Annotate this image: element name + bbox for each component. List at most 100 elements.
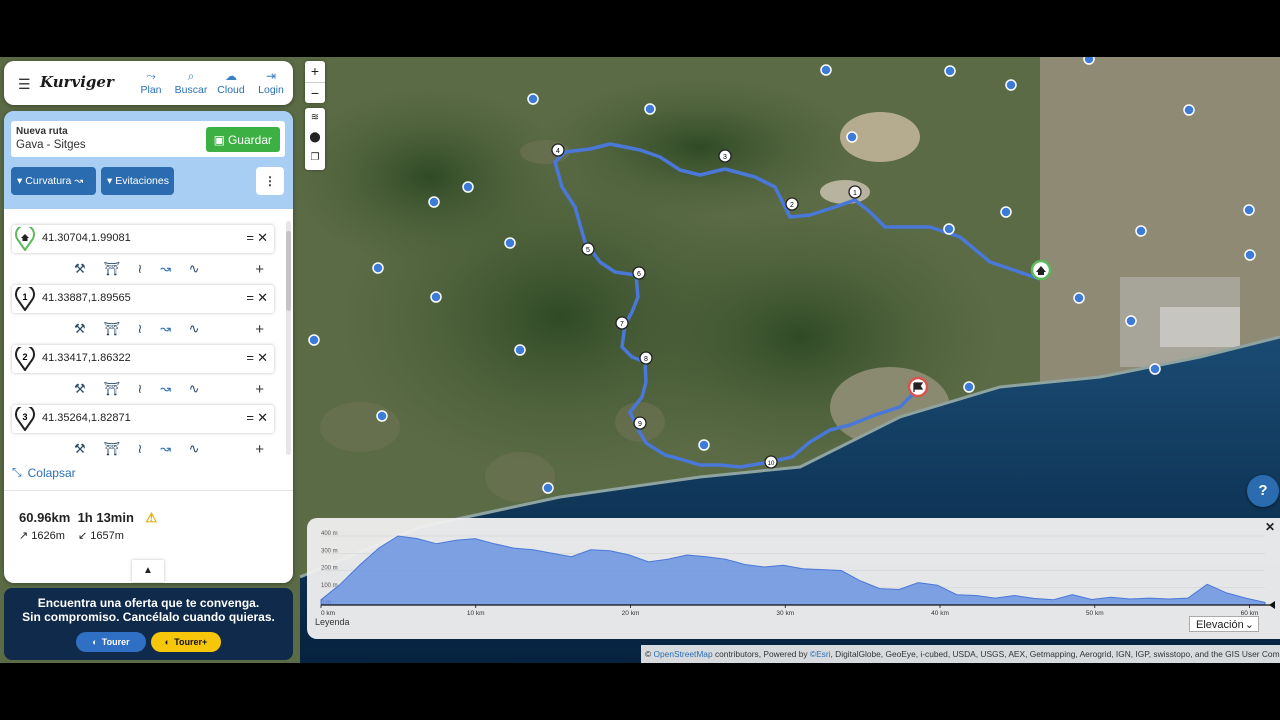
- route-name[interactable]: Gava - Sitges: [16, 139, 86, 151]
- more-options-button[interactable]: ⋮: [256, 167, 284, 195]
- waypoint-row[interactable]: 1 41.33887,1.89565 = ✕: [12, 285, 274, 313]
- highway-icon[interactable]: ⛩: [103, 261, 120, 277]
- x-tick-label: 30 km: [776, 610, 794, 617]
- fastest-icon[interactable]: ⚒: [74, 441, 86, 457]
- road-icon[interactable]: ≀: [138, 321, 143, 337]
- remove-waypoint-icon[interactable]: ✕: [257, 410, 268, 426]
- highway-icon[interactable]: ⛩: [103, 381, 120, 397]
- x-tick-label: 40 km: [931, 610, 949, 617]
- chevron-up-icon[interactable]: ▲: [132, 560, 164, 582]
- drag-handle-icon[interactable]: =: [246, 410, 254, 425]
- add-waypoint-icon[interactable]: +: [255, 321, 264, 338]
- descent-stat: ↙ 1657m: [78, 529, 124, 542]
- svg-text:3: 3: [723, 154, 727, 161]
- save-button[interactable]: ▣ Guardar: [205, 127, 280, 152]
- warning-icon[interactable]: ⚠: [146, 510, 158, 525]
- svg-text:2: 2: [22, 352, 27, 362]
- waypoint-pin-icon: 3: [15, 407, 35, 431]
- add-waypoint-icon[interactable]: +: [255, 441, 264, 458]
- curvy-icon[interactable]: ↝: [160, 261, 171, 277]
- scroll-thumb[interactable]: [286, 231, 291, 311]
- waypoint-row[interactable]: 3 41.35264,1.82871 = ✕: [12, 405, 274, 433]
- elevation-select[interactable]: Elevación ⌄: [1189, 616, 1259, 632]
- route-title: Nueva ruta: [16, 126, 68, 137]
- extra-curvy-icon[interactable]: ∿: [189, 321, 200, 337]
- collapse-button[interactable]: ⤡ Colapsar: [12, 465, 76, 480]
- tourer-plus-button[interactable]: ◐ Tourer+: [151, 632, 221, 652]
- waypoint-coord[interactable]: 41.30704,1.99081: [42, 232, 131, 244]
- close-icon[interactable]: ✕: [1265, 520, 1275, 534]
- overlay-icon[interactable]: ❐: [305, 148, 325, 168]
- nav-cloud[interactable]: ☁ Cloud: [215, 69, 247, 96]
- fastest-icon[interactable]: ⚒: [74, 381, 86, 397]
- extra-curvy-icon[interactable]: ∿: [189, 381, 200, 397]
- fastest-icon[interactable]: ⚒: [74, 321, 86, 337]
- curvy-icon[interactable]: ↝: [160, 441, 171, 457]
- avoid-button[interactable]: ▾ Evitaciones: [101, 167, 174, 195]
- fastest-icon[interactable]: ⚒: [74, 261, 86, 277]
- x-tick-label: 0 km: [321, 610, 335, 617]
- waypoint-scrollbar[interactable]: [286, 221, 291, 455]
- curvy-icon[interactable]: ↝: [160, 381, 171, 397]
- nav-search[interactable]: ⌕ Buscar: [175, 69, 208, 96]
- road-icon[interactable]: ≀: [138, 441, 143, 457]
- segment-options: ⚒ ⛩ ≀ ↝ ∿ +: [74, 381, 264, 398]
- help-button[interactable]: ?: [1247, 475, 1279, 507]
- plan-icon: ⤳: [146, 69, 156, 83]
- osm-link[interactable]: OpenStreetMap: [654, 649, 713, 659]
- drag-handle-icon[interactable]: =: [246, 350, 254, 365]
- collapse-icon: ⤡: [12, 465, 22, 479]
- curvature-button[interactable]: ▾ Curvatura ↝: [11, 167, 96, 195]
- caret-down-icon: ▾: [17, 175, 23, 187]
- waypoint-coord[interactable]: 41.33417,1.86322: [42, 352, 131, 364]
- svg-text:10: 10: [768, 461, 775, 467]
- elevation-chart[interactable]: 400 m300 m200 m100 m0 m0 km10 km20 km30 …: [307, 518, 1280, 639]
- ascent-icon: ↗: [19, 530, 29, 542]
- extra-curvy-icon[interactable]: ∿: [189, 441, 200, 457]
- waypoint-coord[interactable]: 41.33887,1.89565: [42, 292, 131, 304]
- zoom-out-button[interactable]: −: [305, 83, 325, 104]
- descent-icon: ↙: [78, 530, 88, 542]
- legend-label[interactable]: Leyenda: [315, 617, 350, 627]
- login-icon: ⇥: [265, 69, 277, 83]
- highway-icon[interactable]: ⛩: [103, 441, 120, 457]
- promo-buttons: ◐ Tourer ◐ Tourer+: [76, 632, 221, 652]
- attribution-rest: , DigitalGlobe, GeoEye, i-cubed, USDA, U…: [830, 649, 1280, 659]
- tourer-plus-label: Tourer+: [174, 637, 208, 647]
- curvy-icon[interactable]: ↝: [160, 321, 171, 337]
- drag-handle-icon[interactable]: =: [246, 290, 254, 305]
- waypoint-coord[interactable]: 41.35264,1.82871: [42, 412, 131, 424]
- zoom-in-button[interactable]: +: [305, 61, 325, 83]
- highway-icon[interactable]: ⛩: [103, 321, 120, 337]
- layers-icon[interactable]: ≋: [305, 108, 325, 128]
- attribution: © OpenStreetMap contributors, Powered by…: [641, 645, 1280, 663]
- logo[interactable]: Kurviger: [40, 73, 114, 91]
- waypoint-row[interactable]: 2 41.33417,1.86322 = ✕: [12, 345, 274, 373]
- route-distance: 60.96km: [19, 510, 71, 525]
- remove-waypoint-icon[interactable]: ✕: [257, 350, 268, 366]
- curvature-label: Curvatura: [25, 175, 72, 187]
- menu-icon[interactable]: ☰: [18, 76, 31, 93]
- add-waypoint-icon[interactable]: +: [255, 261, 264, 278]
- x-tick-label: 50 km: [1086, 610, 1104, 617]
- drag-handle-icon[interactable]: =: [246, 230, 254, 245]
- road-icon[interactable]: ≀: [138, 381, 143, 397]
- esri-link[interactable]: ©Esri: [810, 649, 831, 659]
- cloud-icon: ☁: [225, 69, 237, 83]
- nav-login[interactable]: ⇥ Login: [255, 69, 287, 96]
- nav-plan[interactable]: ⤳ Plan: [135, 69, 167, 96]
- road-icon[interactable]: ≀: [138, 261, 143, 277]
- remove-waypoint-icon[interactable]: ✕: [257, 230, 268, 246]
- extra-curvy-icon[interactable]: ∿: [189, 261, 200, 277]
- home-pin-icon: [15, 227, 35, 251]
- segment-options: ⚒ ⛩ ≀ ↝ ∿ +: [74, 321, 264, 338]
- divider: [4, 490, 293, 491]
- waypoint-row[interactable]: 41.30704,1.99081 = ✕: [12, 225, 274, 253]
- route-panel: Nueva ruta Gava - Sitges ▣ Guardar ▾ Cur…: [4, 111, 293, 583]
- tourer-button[interactable]: ◐ Tourer: [76, 632, 146, 652]
- add-waypoint-icon[interactable]: +: [255, 381, 264, 398]
- remove-waypoint-icon[interactable]: ✕: [257, 290, 268, 306]
- route-info[interactable]: Nueva ruta Gava - Sitges ▣ Guardar: [11, 121, 285, 157]
- location-pin-icon[interactable]: ⬤: [305, 128, 325, 148]
- x-tick-label: 20 km: [622, 610, 640, 617]
